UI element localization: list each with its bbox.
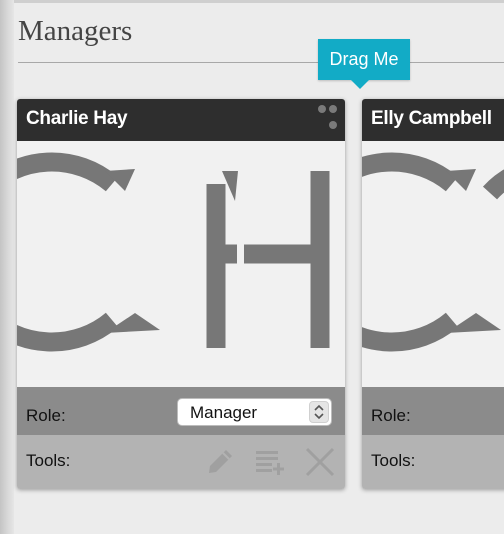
top-divider	[14, 0, 504, 3]
tools-label: Tools:	[26, 451, 71, 470]
manager-logo	[362, 141, 504, 387]
card-header: Charlie Hay	[17, 99, 345, 141]
card-header: Elly Campbell	[362, 99, 504, 141]
chevron-updown-icon	[309, 401, 329, 423]
role-select[interactable]: Manager	[177, 398, 332, 426]
drag-me-tooltip: Drag Me	[318, 39, 410, 89]
add-list-icon[interactable]	[253, 445, 287, 479]
drag-handle-icon[interactable]	[317, 104, 339, 132]
title-rule	[18, 62, 504, 63]
role-row: Role:	[362, 387, 504, 435]
pencil-icon[interactable]	[202, 445, 236, 479]
close-icon[interactable]	[303, 445, 337, 479]
manager-logo	[17, 141, 345, 387]
manager-card[interactable]: Elly Campbell Role: Tools:	[362, 99, 504, 489]
role-label: Role:	[26, 406, 66, 425]
tools-row: Tools:	[17, 435, 345, 489]
role-row: Role: Manager	[17, 387, 345, 435]
tools-row: Tools:	[362, 435, 504, 489]
manager-name: Charlie Hay	[26, 108, 128, 129]
left-shadow	[0, 0, 14, 534]
manager-card[interactable]: Charlie Hay Role: Manager Tools:	[17, 99, 345, 489]
manager-name: Elly Campbell	[371, 108, 492, 129]
page-title: Managers	[18, 15, 133, 47]
role-select-value: Manager	[190, 403, 258, 422]
tools-label: Tools:	[371, 451, 416, 470]
role-label: Role:	[371, 406, 411, 425]
